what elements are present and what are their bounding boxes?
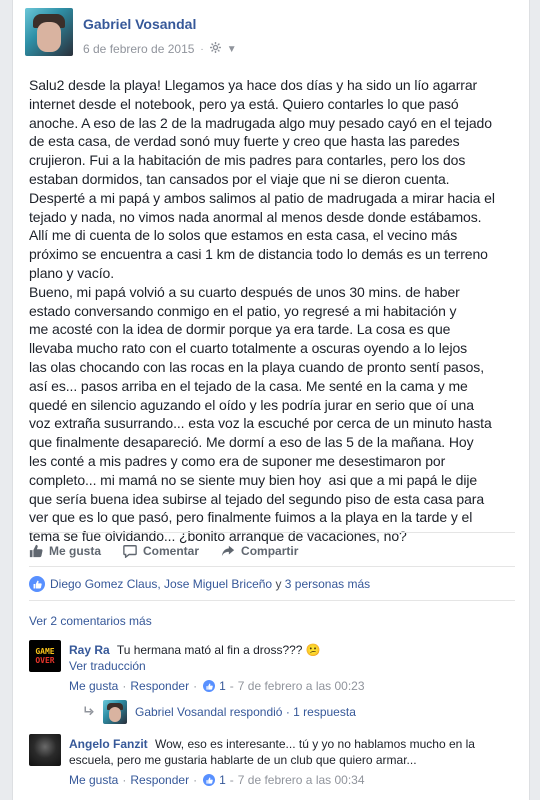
reply-verb: respondió	[229, 705, 283, 719]
comment-icon	[123, 545, 137, 558]
post-body: Salu2 desde la playa! Llegamos ya hace d…	[29, 77, 495, 545]
post-meta: 6 de febrero de 2015 · ▼	[83, 42, 237, 56]
comment-like-count[interactable]: 1	[219, 772, 226, 788]
share-icon	[221, 545, 235, 557]
commenter-avatar[interactable]	[29, 734, 61, 766]
like-count-icon	[203, 680, 216, 692]
translate-link[interactable]: Ver traducción	[69, 658, 515, 674]
comment-text: Tu hermana mató al fin a dross???	[116, 643, 303, 657]
reactions-summary: Diego Gomez Claus, Jose Miguel Briceño y…	[29, 576, 515, 592]
comment-like-link[interactable]: Me gusta	[69, 678, 118, 694]
comment-like-link[interactable]: Me gusta	[69, 772, 118, 788]
comment-body: Angelo Fanzit Wow, eso es interesante...…	[69, 736, 515, 788]
reaction-others[interactable]: 3 personas más	[285, 577, 370, 591]
post-date[interactable]: 6 de febrero de 2015	[83, 42, 194, 56]
divider	[29, 532, 515, 533]
confused-emoji-icon: 😕	[305, 643, 321, 657]
reaction-connector: y	[272, 577, 285, 591]
commenter-name[interactable]: Angelo Fanzit	[69, 737, 148, 751]
reply-summary[interactable]: Gabriel Vosandal respondió · 1 respuesta	[83, 700, 356, 724]
comment-meta: Me gusta · Responder · 1 - 7 de febrero …	[69, 678, 365, 694]
chevron-down-icon[interactable]: ▼	[227, 44, 237, 55]
share-button[interactable]: Compartir	[221, 544, 298, 558]
thumbs-up-icon	[29, 544, 43, 558]
author-avatar[interactable]	[25, 8, 73, 56]
like-button[interactable]: Me gusta	[29, 544, 101, 558]
like-count-icon	[203, 774, 216, 786]
gear-icon[interactable]	[209, 42, 221, 56]
comment-timestamp[interactable]: 7 de febrero a las 00:23	[238, 678, 365, 694]
comment-meta: Me gusta · Responder · 1 - 7 de febrero …	[69, 772, 365, 788]
author-name[interactable]: Gabriel Vosandal	[83, 16, 196, 32]
comment-like-count[interactable]: 1	[219, 678, 226, 694]
comment-label: Comentar	[143, 544, 200, 558]
reply-count: 1 respuesta	[293, 705, 356, 719]
view-more-comments-link[interactable]: Ver 2 comentarios más	[29, 614, 152, 628]
like-reaction-icon	[29, 576, 45, 592]
divider	[29, 566, 515, 567]
comment-button[interactable]: Comentar	[123, 544, 199, 558]
reaction-names[interactable]: Diego Gomez Claus, Jose Miguel Briceño	[50, 577, 272, 591]
comment-reply-link[interactable]: Responder	[130, 678, 189, 694]
post-actions: Me gusta Comentar Compartir	[29, 540, 515, 562]
divider	[29, 600, 515, 601]
reply-author: Gabriel Vosandal	[135, 705, 227, 719]
comment-body: Ray Ra Tu hermana mató al fin a dross???…	[69, 642, 515, 694]
comment-reply-link[interactable]: Responder	[130, 772, 189, 788]
post-card: Gabriel Vosandal 6 de febrero de 2015 · …	[12, 0, 530, 800]
reply-avatar	[103, 700, 127, 724]
commenter-name[interactable]: Ray Ra	[69, 643, 110, 657]
like-label: Me gusta	[49, 544, 102, 558]
comment-timestamp[interactable]: 7 de febrero a las 00:34	[238, 772, 365, 788]
post-header: Gabriel Vosandal 6 de febrero de 2015 · …	[25, 8, 515, 58]
commenter-avatar[interactable]: GAME OVER	[29, 640, 61, 672]
reply-arrow-icon	[83, 705, 95, 720]
share-label: Compartir	[241, 544, 299, 558]
